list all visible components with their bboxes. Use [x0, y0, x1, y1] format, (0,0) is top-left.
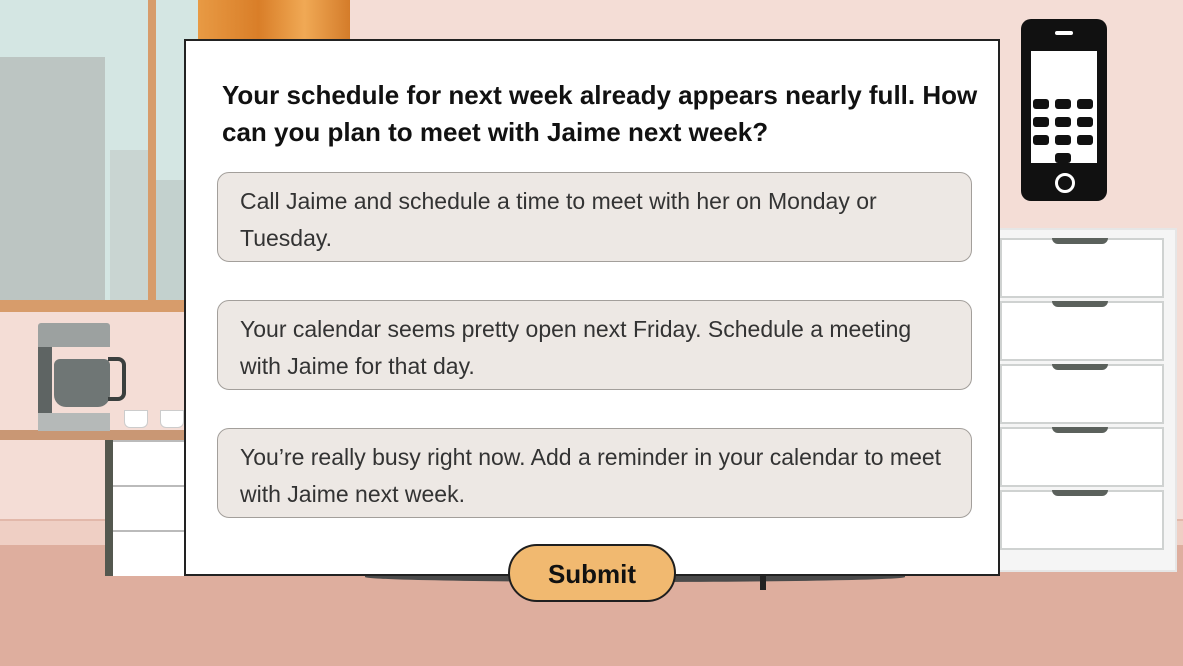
answer-option-1[interactable]: Call Jaime and schedule a time to meet w… [217, 172, 972, 262]
cabinet-drawer [113, 440, 195, 484]
window-sill [0, 300, 215, 312]
answer-option-2[interactable]: Your calendar seems pretty open next Fri… [217, 300, 972, 390]
dresser-drawer [1000, 364, 1164, 424]
building-silhouette [110, 150, 148, 300]
smartphone-icon [1021, 19, 1107, 201]
cabinet-drawer [113, 485, 195, 529]
coffee-maker-icon [38, 323, 126, 431]
dresser-drawer [1000, 238, 1164, 298]
submit-button[interactable]: Submit [508, 544, 676, 602]
coffee-cup-icon [160, 410, 184, 428]
question-text: Your schedule for next week already appe… [222, 80, 978, 147]
dresser-drawer [1000, 490, 1164, 550]
coffee-cup-icon [124, 410, 148, 428]
curtain [198, 0, 350, 40]
answer-option-3[interactable]: You’re really busy right now. Add a remi… [217, 428, 972, 518]
counter-top [0, 430, 200, 440]
building-silhouette [0, 57, 105, 300]
window-frame [148, 0, 156, 305]
question-dialog: Your schedule for next week already appe… [184, 39, 1000, 576]
cabinet-drawer [113, 530, 195, 574]
dresser-drawer [1000, 301, 1164, 361]
dresser-drawer [1000, 427, 1164, 487]
